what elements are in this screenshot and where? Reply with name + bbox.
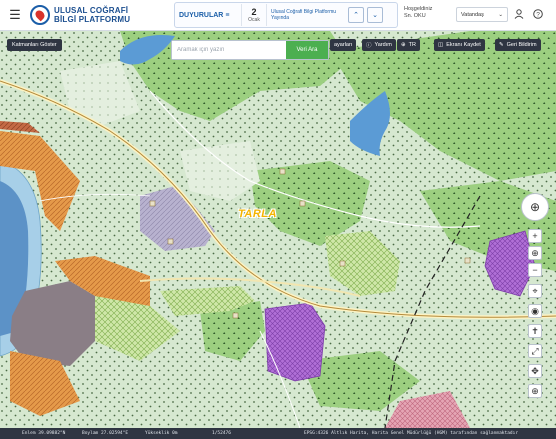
map-label-tarla: TARLA [238,208,277,220]
building-marker [299,200,306,207]
purple-zone [264,302,326,382]
search-bar: Veri Ara [171,40,329,60]
move-icon[interactable]: ✥ [528,364,542,378]
latitude-readout: Enlem 39.09882°N [22,431,66,436]
save-screen-button[interactable]: ◫ Ekranı Kaydet [434,39,485,51]
settings-button[interactable]: ayarları [330,39,357,51]
compass-icon[interactable]: ⊕ [521,193,549,221]
building-marker [279,168,286,175]
elevation-readout: Yükseklik 0m [145,431,178,436]
longitude-readout: Boylam 27.02594°E [82,431,129,436]
person-icon[interactable]: ✝ [528,324,542,338]
svg-text:?: ? [536,11,540,18]
plus-icon[interactable]: + [528,229,542,243]
user-type-select[interactable]: Vatandaş ⌄ [456,7,508,22]
globe-icon[interactable]: ⊕ [528,246,542,260]
camera-icon: ◫ [438,42,444,48]
status-bar: Enlem 39.09882°N Boylam 27.02594°E Yükse… [0,428,556,439]
chevron-down-icon: ⌄ [498,11,503,18]
minus-icon[interactable]: − [528,263,542,277]
list-icon: ≡ [225,11,230,19]
scale-readout: 1/52476 [212,431,231,436]
platform-logo[interactable] [30,5,50,25]
eye-icon[interactable]: ◉ [528,304,542,318]
feedback-button[interactable]: ✎ Geri Bildirim [495,39,541,51]
globe-icon: ⊕ [401,42,406,48]
top-header: ☰ ULUSAL COĞRAFİ BİLGİ PLATFORMU DUYURUL… [0,0,556,31]
user-icon[interactable] [514,9,524,21]
brand-line-2: BİLGİ PLATFORMU [54,15,131,24]
building-marker [339,260,346,267]
language-button[interactable]: ⊕ TR [397,39,420,51]
building-marker [232,312,239,319]
chevron-up-icon[interactable]: ⌃ [348,7,364,23]
announcements-panel: DUYURULAR ≡ 2 Ocak Ulusal Coğrafi Bilgi … [174,2,398,28]
announcement-text[interactable]: Ulusal Coğrafi Bilgi Platformu Yayında [267,9,345,21]
brand-line-1: ULUSAL COĞRAFİ [54,6,129,15]
brand-title[interactable]: ULUSAL COĞRAFİ BİLGİ PLATFORMU [54,6,174,24]
search-button[interactable]: Veri Ara [286,41,328,59]
chevron-down-icon[interactable]: ⌄ [367,7,383,23]
feedback-icon: ✎ [499,42,504,48]
menu-icon[interactable]: ☰ [0,0,30,31]
search-input[interactable] [172,41,286,59]
info-icon: ⓘ [366,43,372,49]
building-marker [464,257,471,264]
help-icon[interactable]: ? [533,9,543,21]
welcome-text: Hoşgeldiniz Sn. OKU [404,6,433,19]
help-button[interactable]: ⓘ Yardım [362,39,396,51]
map-canvas[interactable] [0,31,556,429]
show-layers-button[interactable]: Katmanları Göster [7,39,62,51]
target-icon[interactable]: ⊕ [528,384,542,398]
map-credit: EPSG:4326 Altlık Harita, Harita Genel Mü… [304,431,519,436]
announcement-date: 2 Ocak [241,4,267,26]
location-pin-icon[interactable]: ⌖ [528,284,542,298]
building-marker [167,238,174,245]
announcements-label[interactable]: DUYURULAR ≡ [175,12,241,19]
building-marker [149,200,156,207]
fullscreen-icon[interactable]: ⤢ [528,344,542,358]
